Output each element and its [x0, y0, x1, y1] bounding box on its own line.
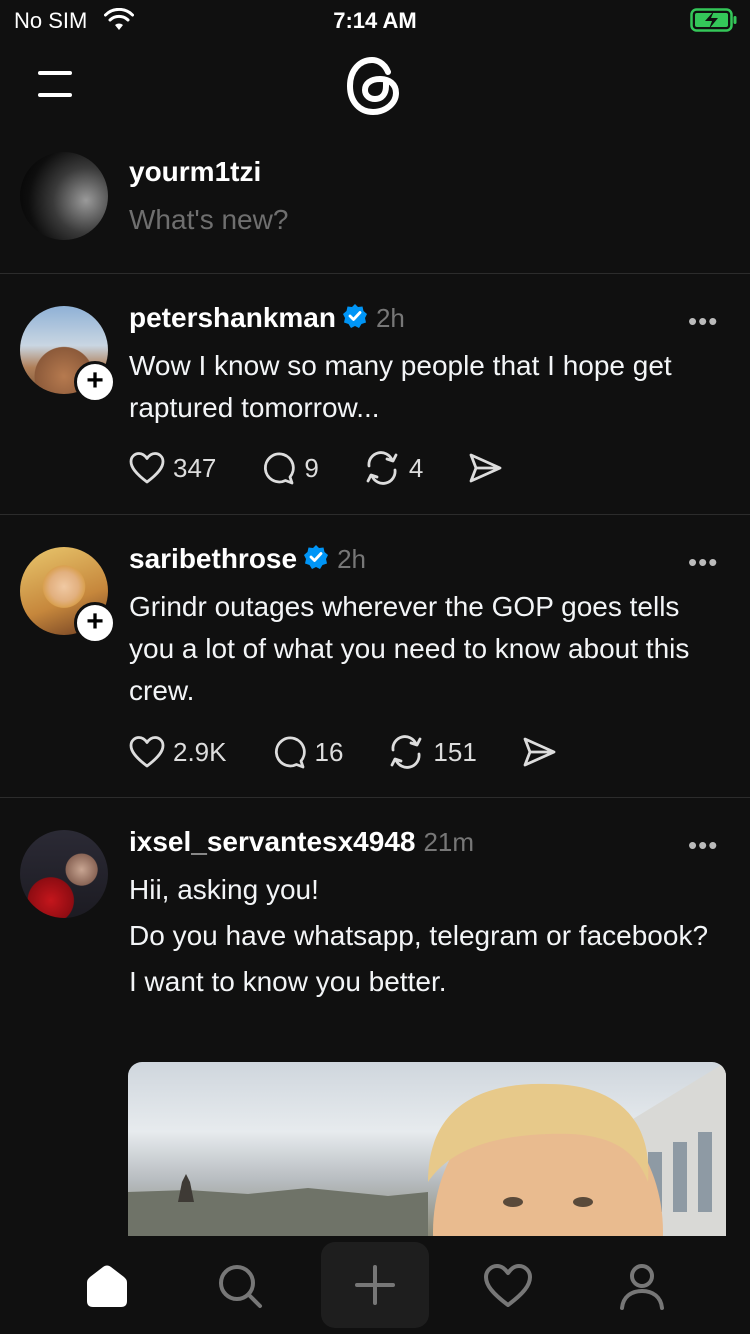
post-username[interactable]: petershankman — [129, 302, 336, 333]
post-timestamp: 2h — [337, 544, 366, 574]
post-text: Grindr outages wherever the GOP goes tel… — [129, 586, 729, 712]
post-text-line: Hii, asking you! — [129, 874, 319, 905]
activity-icon — [484, 1264, 532, 1307]
post-image[interactable] — [128, 1062, 726, 1236]
verified-badge-icon — [342, 304, 367, 328]
composer-username: yourm1tzi — [129, 156, 262, 187]
follow-button[interactable]: + — [74, 602, 116, 644]
more-options-button[interactable]: ••• — [688, 830, 718, 861]
post-text-line: Grindr outages wherever the GOP goes tel… — [129, 591, 690, 706]
repost-button[interactable]: 4 — [363, 450, 423, 486]
post-text-line: Wow I know so many people that I hope ge… — [129, 350, 672, 423]
heart-icon — [129, 452, 165, 484]
like-button[interactable]: 347 — [129, 451, 216, 485]
more-options-button[interactable]: ••• — [688, 306, 718, 337]
post-header: ixsel_servantesx4948 21m — [129, 826, 474, 858]
photo-scene — [128, 1062, 726, 1236]
divider — [0, 273, 750, 274]
like-button[interactable]: 2.9K — [129, 735, 227, 769]
comment-icon — [274, 736, 306, 769]
post-text: Hii, asking you! Do you have whatsapp, t… — [129, 869, 729, 1003]
status-bar: No SIM 7:14 AM — [0, 0, 750, 42]
new-thread-icon — [355, 1265, 395, 1305]
home-icon — [87, 1265, 127, 1307]
share-button[interactable] — [521, 735, 557, 769]
post-actions: 2.9K 16 151 — [129, 732, 601, 772]
heart-icon — [129, 736, 165, 768]
compose-input[interactable]: What's new? — [129, 204, 288, 236]
profile-icon — [620, 1264, 664, 1310]
repost-count: 151 — [433, 736, 477, 767]
more-options-button[interactable]: ••• — [688, 547, 718, 578]
like-count: 2.9K — [173, 736, 227, 767]
divider — [0, 514, 750, 515]
comment-icon — [264, 452, 296, 485]
post-actions: 347 9 4 — [129, 448, 547, 488]
post-text: Wow I know so many people that I hope ge… — [129, 345, 729, 429]
post-header: saribethrose 2h — [129, 543, 366, 575]
tab-profile[interactable] — [612, 1258, 672, 1314]
repost-icon — [391, 735, 422, 769]
reply-count: 16 — [314, 736, 344, 767]
post-text-line: Do you have whatsapp, telegram or facebo… — [129, 920, 709, 951]
divider — [0, 797, 750, 798]
post-text-line: I want to know you better. — [129, 966, 447, 997]
post-header: petershankman 2h — [129, 302, 405, 334]
threads-logo-icon — [346, 56, 400, 116]
follow-button[interactable]: + — [74, 361, 116, 403]
post-timestamp: 2h — [375, 303, 405, 333]
reply-button[interactable]: 16 — [271, 734, 344, 770]
reply-count: 9 — [304, 452, 319, 483]
post-avatar[interactable] — [20, 830, 108, 918]
repost-count: 4 — [408, 452, 424, 483]
tab-activity[interactable] — [478, 1258, 538, 1314]
repost-button[interactable]: 151 — [387, 734, 477, 770]
reply-button[interactable]: 9 — [260, 450, 319, 486]
clock: 7:14 AM — [333, 8, 417, 33]
like-count: 347 — [173, 452, 217, 483]
menu-icon[interactable] — [36, 68, 76, 100]
post-username[interactable]: saribethrose — [129, 543, 297, 574]
share-icon — [523, 737, 556, 767]
post-username[interactable]: ixsel_servantesx4948 — [129, 826, 415, 857]
search-icon — [219, 1265, 262, 1308]
tab-bar — [0, 1236, 750, 1334]
repost-icon — [366, 451, 398, 485]
composer-avatar[interactable] — [20, 152, 108, 240]
battery-charging-icon — [690, 8, 737, 32]
share-icon — [469, 453, 502, 483]
share-button[interactable] — [467, 451, 503, 485]
tab-new-thread[interactable] — [321, 1242, 429, 1328]
post-timestamp: 21m — [423, 827, 475, 857]
tab-search[interactable] — [210, 1258, 270, 1314]
verified-badge-icon — [304, 545, 329, 569]
tab-home[interactable] — [77, 1258, 137, 1314]
